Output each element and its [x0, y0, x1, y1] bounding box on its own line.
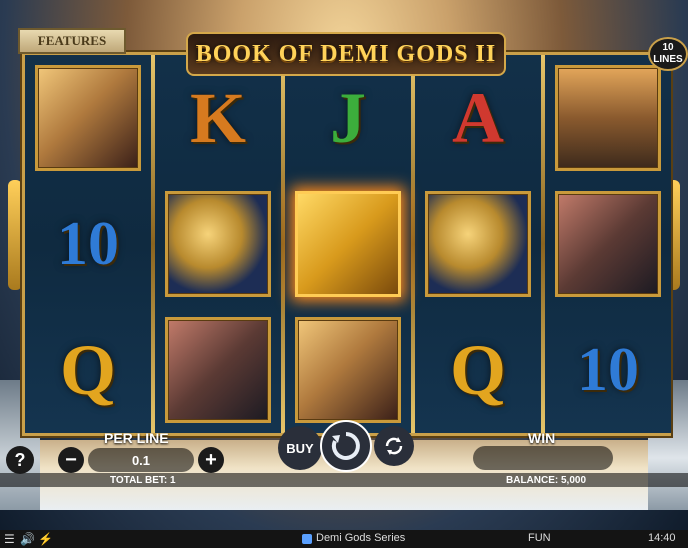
symbol-winged-helmet-icon	[165, 191, 271, 297]
minus-icon: −	[65, 448, 77, 471]
symbol-text: A	[452, 77, 504, 158]
lines-count: 10	[662, 42, 674, 53]
game-title: BOOK OF DEMI GODS II	[186, 32, 506, 76]
torch-left-icon	[8, 180, 22, 290]
symbol-j: J	[295, 65, 401, 171]
symbol-10: 10	[35, 191, 141, 297]
clock: 14:40	[648, 532, 676, 544]
symbol-text: 10	[57, 209, 119, 278]
lines-label: LINES	[653, 54, 683, 65]
game-title-text: BOOK OF DEMI GODS II	[195, 40, 497, 67]
series-name: Demi Gods Series	[316, 532, 406, 544]
symbol-q: Q	[425, 317, 531, 423]
increase-bet-button[interactable]: +	[198, 447, 224, 473]
total-bet: TOTAL BET: 1	[110, 475, 176, 486]
symbol-10: 10	[555, 317, 661, 423]
symbol-castle-icon	[555, 65, 661, 171]
symbol-demigoddess-icon	[35, 65, 141, 171]
mode-label: FUN	[528, 532, 551, 544]
help-button[interactable]: ?	[6, 446, 34, 474]
symbol-demigoddess-icon	[295, 317, 401, 423]
per-line-label: PER LINE	[104, 430, 169, 446]
menu-icon[interactable]: ☰	[4, 532, 15, 546]
lines-badge: 10 LINES	[648, 37, 688, 71]
win-label: WIN	[528, 430, 556, 446]
features-label: FEATURES	[37, 33, 107, 48]
per-line-value-text: 0.1	[131, 452, 151, 468]
series-logo-icon	[302, 534, 312, 544]
win-display	[473, 446, 613, 470]
features-button[interactable]: FEATURES	[18, 28, 126, 54]
reels-area: 10 Q K J A Q 10	[22, 52, 671, 436]
spin-icon	[331, 432, 360, 460]
symbol-text: K	[189, 77, 246, 158]
plus-icon: +	[205, 448, 217, 471]
status-bar: ☰ 🔊 ⚡ Demi Gods Series FUN 14:40	[0, 530, 688, 548]
spin-button[interactable]	[320, 420, 372, 472]
autoplay-icon	[385, 437, 403, 455]
symbol-text: 10	[577, 335, 639, 404]
symbol-demigod-warrior-icon	[555, 191, 661, 297]
symbol-k: K	[165, 65, 271, 171]
symbol-text: Q	[59, 329, 116, 410]
sound-icon[interactable]: 🔊	[20, 532, 35, 546]
symbol-golden-book-icon	[295, 191, 401, 297]
turbo-icon[interactable]: ⚡	[38, 532, 53, 546]
per-line-value: 0.1	[88, 448, 194, 472]
decrease-bet-button[interactable]: −	[58, 447, 84, 473]
symbol-a: A	[425, 65, 531, 171]
balance: BALANCE: 5,000	[506, 475, 587, 486]
buy-label: BUY	[286, 440, 314, 456]
buy-feature-button[interactable]: BUY	[278, 426, 322, 470]
autoplay-button[interactable]	[374, 426, 414, 466]
symbol-text: J	[330, 77, 366, 158]
symbol-q: Q	[35, 317, 141, 423]
help-icon: ?	[14, 449, 26, 470]
symbol-winged-helmet-icon	[425, 191, 531, 297]
control-bar: ? PER LINE 0.1 − + BUY WIN TOTAL BET: 1 …	[0, 420, 688, 488]
symbol-demigod-warrior-icon	[165, 317, 271, 423]
symbol-text: Q	[449, 329, 506, 410]
